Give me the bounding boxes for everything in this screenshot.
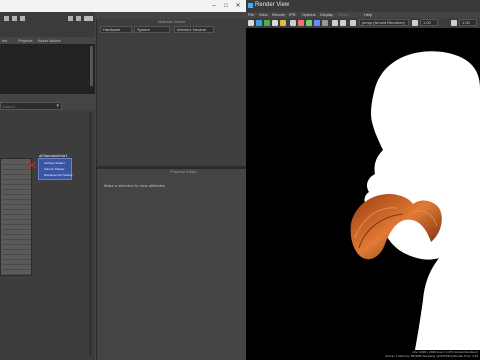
alpha-icon[interactable] — [322, 20, 328, 26]
attribute-row — [3, 211, 31, 215]
port-surface-shader[interactable]: Surface Shader — [44, 161, 71, 165]
swatch-scrollbar[interactable] — [90, 46, 93, 86]
maximize-button[interactable]: □ — [222, 2, 230, 10]
camera-select[interactable]: persp (Arnold Renderer) — [359, 19, 409, 26]
material-filter[interactable]: ▾ — [0, 102, 62, 110]
attribute-row — [3, 186, 31, 190]
menu-display[interactable]: Display — [320, 12, 333, 17]
maya-logo-icon — [248, 3, 253, 8]
gamma-icon — [451, 20, 457, 26]
node-title: aiStandardHair1 — [39, 153, 68, 158]
material-viewer-header: Material Viewer — [96, 19, 246, 25]
one-to-one-icon[interactable] — [340, 20, 346, 26]
property-editor-header: Property Editor — [96, 169, 246, 175]
port-volume-shader[interactable]: Volume Shader — [44, 167, 71, 171]
keep-image-icon[interactable] — [350, 20, 356, 26]
attribute-row — [3, 261, 31, 265]
attribute-row — [3, 256, 31, 260]
attribute-row — [3, 266, 31, 270]
menu-file[interactable]: File — [248, 12, 254, 17]
attribute-row — [3, 216, 31, 220]
renderer-select[interactable]: Hardware — [100, 26, 132, 33]
exposure-field[interactable]: 1.00 — [420, 19, 438, 26]
hair-shader-node[interactable]: aiStandardHair1 Surface Shader Volume Sh… — [38, 153, 73, 180]
shape-node[interactable] — [0, 158, 32, 276]
attribute-row — [3, 236, 31, 240]
attribute-row — [3, 226, 31, 230]
attribute-row — [3, 271, 31, 275]
property-editor-title: Property Editor — [170, 169, 197, 174]
attribute-row — [3, 251, 31, 255]
attribute-row — [3, 191, 31, 195]
attribute-row — [3, 161, 31, 165]
menu-render[interactable]: Render — [272, 12, 285, 17]
menu-view[interactable]: View — [259, 12, 268, 17]
render-view-margin — [246, 28, 293, 360]
gamma-field[interactable]: 1.00 — [459, 19, 477, 26]
chevron-down-icon[interactable]: ▾ — [56, 103, 59, 109]
save-image-icon[interactable] — [256, 20, 262, 26]
render-view-status: size: 2048 x 2048 zoom: 0.473 (Arnold Re… — [246, 350, 480, 360]
attribute-row — [3, 196, 31, 200]
create-icon[interactable] — [4, 16, 9, 21]
zoom-icon[interactable] — [332, 20, 338, 26]
close-button[interactable]: ✕ — [234, 2, 242, 10]
menu-help[interactable]: Help — [364, 12, 372, 17]
swatch-area[interactable] — [0, 44, 95, 94]
render-view-title: Render View — [255, 2, 290, 8]
shape-select[interactable]: Sphere — [134, 26, 170, 33]
connection-line — [28, 161, 36, 169]
attribute-row — [3, 201, 31, 205]
show-button[interactable] — [84, 16, 93, 21]
rendered-image[interactable] — [293, 28, 480, 350]
tab-sets[interactable]: ets — [2, 38, 7, 43]
attribute-row — [3, 171, 31, 175]
material-viewer-toolbar: Hardware Sphere Interior1 Neutral — [98, 26, 246, 34]
render-icon[interactable] — [264, 20, 270, 26]
grid-view-icon[interactable] — [68, 16, 73, 21]
region-icon[interactable] — [290, 20, 296, 26]
attribute-row — [3, 246, 31, 250]
port-displacement-shader[interactable]: Displacement Shader — [44, 173, 73, 177]
attribute-row — [3, 206, 31, 210]
list-icon[interactable] — [20, 16, 25, 21]
tab-asset-nodes[interactable]: Asset Nodes — [38, 38, 61, 43]
minimize-button[interactable]: – — [210, 2, 218, 10]
render-view-toolbar: persp (Arnold Renderer) 1.00 1.00 — [246, 18, 480, 28]
node-editor-scrollbar[interactable] — [89, 112, 92, 357]
search-input[interactable] — [2, 103, 52, 109]
attribute-row — [3, 221, 31, 225]
material-viewer-title: Material Viewer — [158, 19, 186, 24]
channel-blue-icon[interactable] — [314, 20, 320, 26]
menu-show[interactable]: Show — [338, 12, 348, 17]
attribute-row — [3, 231, 31, 235]
menu-ipr[interactable]: IPR — [289, 12, 296, 17]
browser-tabs: ets Projects Asset Nodes — [0, 37, 95, 44]
open-image-icon[interactable] — [248, 20, 254, 26]
material-viewer-panel — [96, 19, 246, 167]
render-stats: Frame: 1 Memory: 8913Mb Sampling: [3/3/3… — [385, 354, 478, 358]
detail-view-icon[interactable] — [76, 16, 81, 21]
channel-red-icon[interactable] — [298, 20, 304, 26]
environment-select[interactable]: Interior1 Neutral — [174, 26, 214, 33]
window-title-bar: – □ ✕ — [0, 0, 246, 12]
attribute-row — [3, 181, 31, 185]
attribute-row — [3, 176, 31, 180]
menu-options[interactable]: Options — [302, 12, 316, 17]
exposure-icon — [412, 20, 418, 26]
attribute-row — [3, 166, 31, 170]
ipr-icon[interactable] — [272, 20, 278, 26]
snapshot-icon[interactable] — [280, 20, 286, 26]
property-editor-message: Make a selection to view attributes — [104, 183, 166, 188]
channel-green-icon[interactable] — [306, 20, 312, 26]
browser-toolbar — [0, 12, 95, 38]
tab-projects[interactable]: Projects — [18, 38, 32, 43]
attribute-row — [3, 241, 31, 245]
graph-icon[interactable] — [12, 16, 17, 21]
property-editor-panel — [96, 168, 246, 360]
